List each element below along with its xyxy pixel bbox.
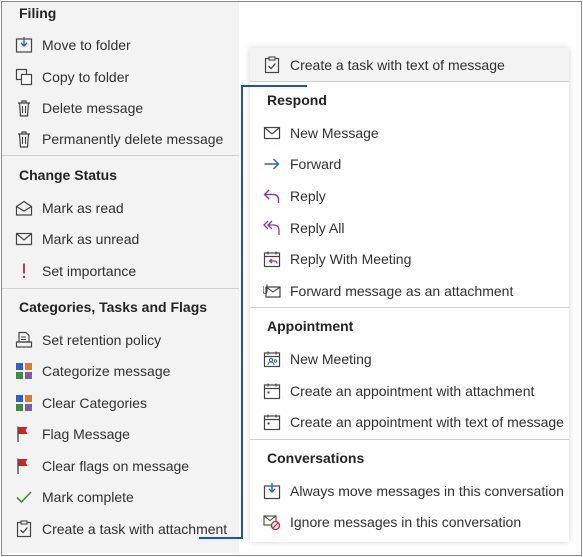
respond-header: Respond	[267, 92, 327, 108]
forward-label: Forward	[290, 156, 342, 172]
ignore-conversation-item[interactable]: Ignore messages in this conversation	[262, 508, 521, 536]
set-retention-policy-label: Set retention policy	[42, 332, 162, 348]
mark-as-read-item[interactable]: Mark as read	[14, 194, 124, 222]
red-flag-icon	[14, 424, 34, 444]
ignore-conversation-label: Ignore messages in this conversation	[290, 514, 522, 530]
forward-as-attachment-label: Forward message as an attachment	[290, 283, 514, 299]
reply-with-meeting-label: Reply With Meeting	[290, 251, 412, 267]
trash-icon	[14, 129, 34, 149]
calendar-icon	[262, 412, 282, 432]
divider	[250, 439, 569, 440]
category-grid-icon	[14, 361, 34, 381]
change-status-header: Change Status	[19, 167, 118, 183]
copy-to-folder-icon	[14, 67, 34, 87]
category-grid-icon	[14, 393, 34, 413]
calendar-icon	[262, 381, 282, 401]
set-importance-item[interactable]: Set importance	[14, 257, 136, 285]
clear-flags-label: Clear flags on message	[42, 458, 190, 474]
flag-message-label: Flag Message	[42, 426, 130, 442]
connector-line-bottom	[199, 537, 243, 539]
categorize-message-item[interactable]: Categorize message	[14, 357, 170, 385]
flag-message-item[interactable]: Flag Message	[14, 420, 130, 448]
envelope-icon	[14, 229, 34, 249]
clear-categories-label: Clear Categories	[42, 395, 148, 411]
reply-all-item[interactable]: Reply All	[262, 214, 344, 242]
always-move-label: Always move messages in this conversatio…	[290, 483, 564, 499]
copy-to-folder-item[interactable]: Copy to folder	[14, 63, 129, 91]
appointment-text-label: Create an appointment with text of messa…	[290, 414, 564, 430]
new-message-item[interactable]: New Message	[262, 119, 379, 147]
mark-as-unread-label: Mark as unread	[42, 231, 140, 247]
conversations-header: Conversations	[267, 450, 365, 466]
open-envelope-icon	[14, 198, 34, 218]
submenu-chevron-icon	[400, 189, 412, 207]
categories-header: Categories, Tasks and Flags	[19, 299, 208, 315]
clipboard-task-icon	[14, 519, 34, 539]
mark-complete-label: Mark complete	[42, 489, 134, 505]
retention-policy-icon	[14, 330, 34, 350]
mark-as-read-label: Mark as read	[42, 200, 124, 216]
checkmark-icon	[14, 487, 34, 507]
set-importance-label: Set importance	[42, 263, 137, 279]
move-to-folder-label: Move to folder	[42, 37, 131, 53]
reply-item[interactable]: Reply	[262, 182, 326, 210]
forward-item[interactable]: Forward	[262, 150, 341, 178]
reply-label: Reply	[290, 188, 326, 204]
trash-icon	[14, 98, 34, 118]
create-task-attachment-label: Create a task with attachment	[42, 521, 228, 537]
clipboard-task-icon	[262, 55, 282, 75]
red-flag-icon	[14, 456, 34, 476]
copy-to-folder-label: Copy to folder	[42, 69, 130, 85]
set-retention-policy-item[interactable]: Set retention policy	[14, 326, 161, 354]
calendar-people-icon	[262, 349, 282, 369]
divider	[2, 155, 239, 156]
delete-message-label: Delete message	[42, 100, 144, 116]
clear-flags-item[interactable]: Clear flags on message	[14, 452, 189, 480]
new-meeting-item[interactable]: New Meeting	[262, 345, 372, 373]
appointment-text-item[interactable]: Create an appointment with text of messa…	[262, 408, 564, 436]
create-task-attachment-item[interactable]: Create a task with attachment	[14, 515, 227, 543]
attachment-envelope-icon	[262, 281, 282, 301]
forward-arrow-icon	[262, 154, 282, 174]
divider	[2, 288, 239, 289]
exclamation-icon	[14, 261, 34, 281]
clear-categories-item[interactable]: Clear Categories	[14, 389, 147, 417]
reply-with-meeting-item[interactable]: Reply With Meeting	[262, 245, 411, 273]
new-meeting-label: New Meeting	[290, 351, 372, 367]
divider	[250, 81, 569, 82]
envelope-icon	[262, 123, 282, 143]
reply-all-label: Reply All	[290, 220, 345, 236]
move-to-folder-item[interactable]: Move to folder	[14, 31, 131, 59]
connector-line-top	[241, 85, 307, 87]
connector-line-vertical	[241, 85, 243, 539]
reply-arrow-icon	[262, 186, 282, 206]
permanently-delete-item[interactable]: Permanently delete message	[14, 125, 223, 153]
reply-all-arrow-icon	[262, 218, 282, 238]
move-to-folder-icon	[14, 35, 34, 55]
permanently-delete-label: Permanently delete message	[42, 131, 224, 147]
appointment-header: Appointment	[267, 318, 354, 334]
always-move-item[interactable]: Always move messages in this conversatio…	[262, 477, 564, 505]
calendar-reply-icon	[262, 249, 282, 269]
create-task-text-label: Create a task with text of message	[290, 57, 505, 73]
new-message-label: New Message	[290, 125, 379, 141]
appointment-attachment-label: Create an appointment with attachment	[290, 383, 535, 399]
forward-as-attachment-item[interactable]: Forward message as an attachment	[262, 277, 513, 305]
create-task-text-item[interactable]: Create a task with text of message	[262, 51, 505, 79]
mark-complete-item[interactable]: Mark complete	[14, 483, 134, 511]
delete-message-item[interactable]: Delete message	[14, 94, 143, 122]
categorize-message-label: Categorize message	[42, 363, 171, 379]
ignore-conversation-icon	[262, 512, 282, 532]
move-conversation-icon	[262, 481, 282, 501]
mark-as-unread-item[interactable]: Mark as unread	[14, 225, 139, 253]
divider	[250, 307, 569, 308]
filing-header: Filing	[19, 5, 57, 21]
appointment-attachment-item[interactable]: Create an appointment with attachment	[262, 377, 534, 405]
